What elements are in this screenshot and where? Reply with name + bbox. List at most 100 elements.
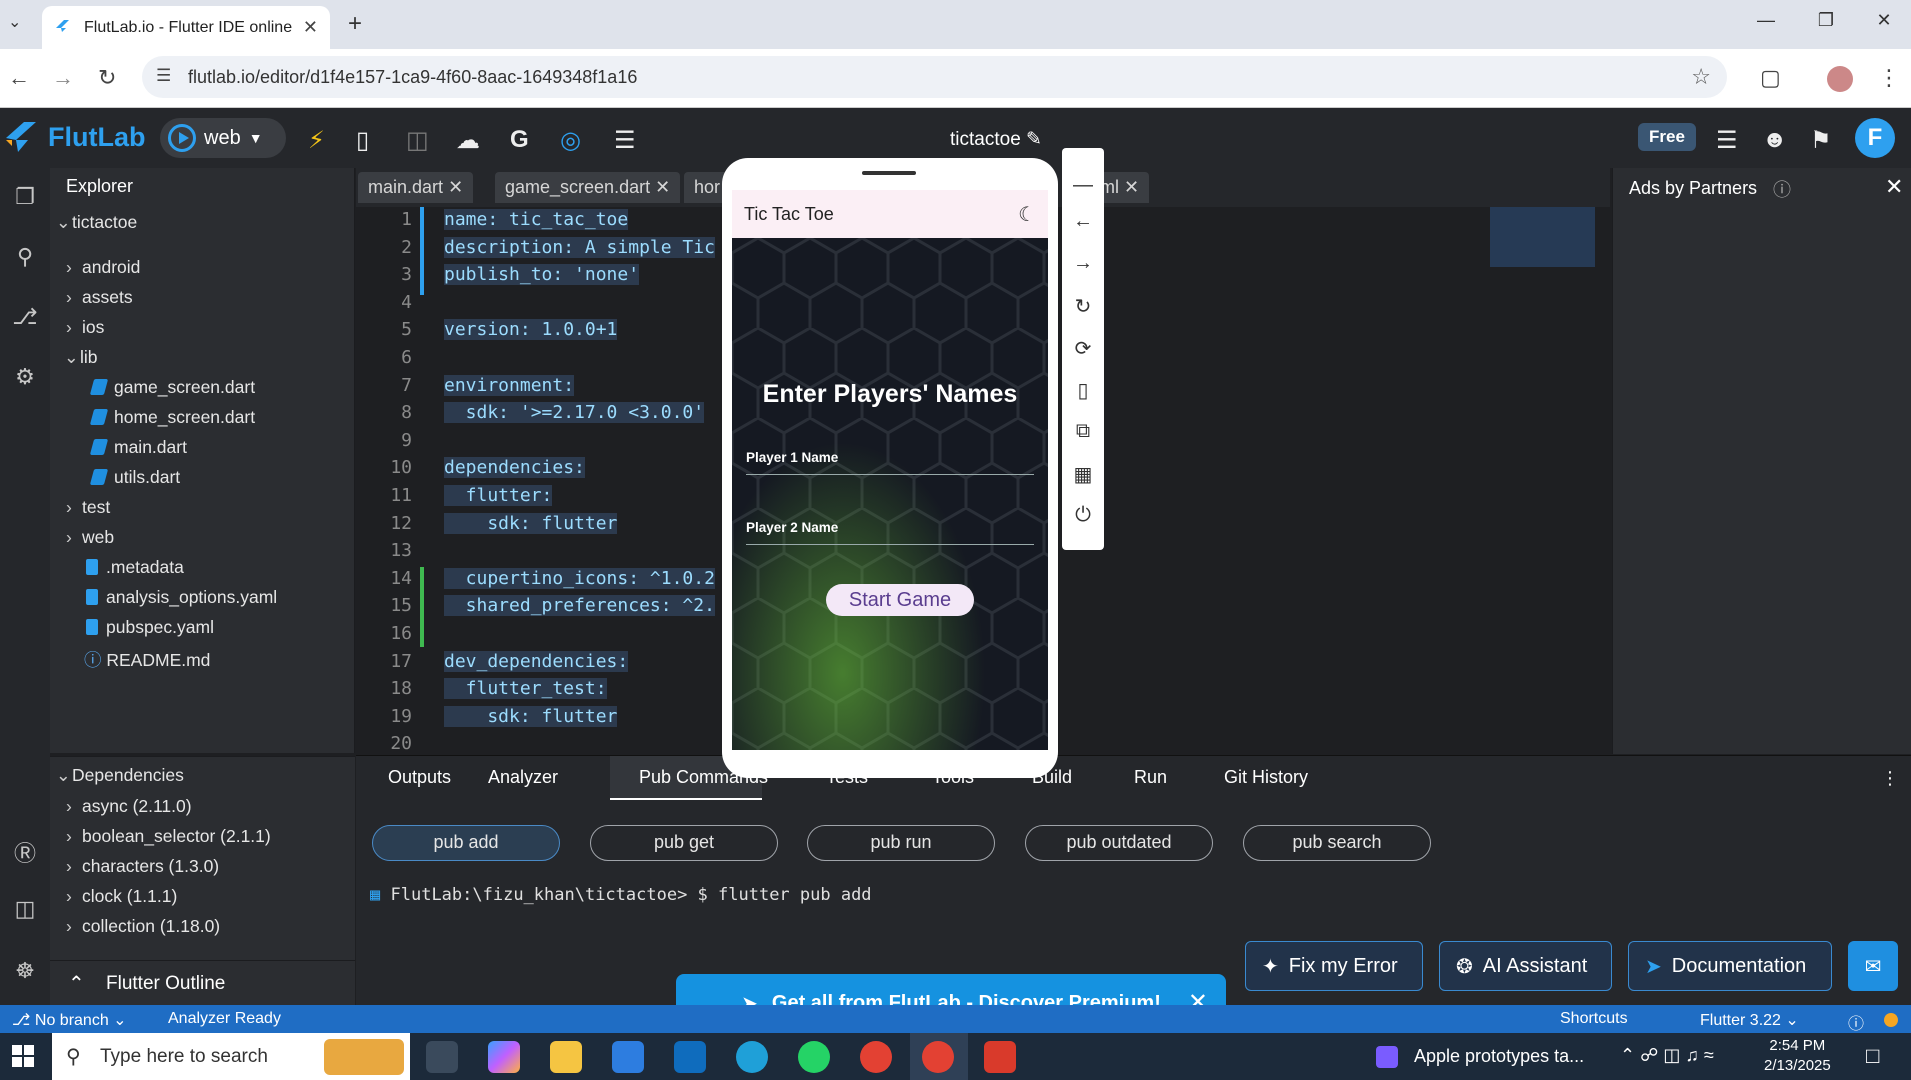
new-tab-icon[interactable]: + [348,10,362,38]
player1-input[interactable] [746,474,1034,475]
wps-office-icon[interactable] [984,1041,1016,1073]
tree-item[interactable]: utils.dart [89,467,180,488]
chrome-menu-icon[interactable]: ⋮ [1878,65,1900,91]
edit-pencil-icon[interactable]: ✎ [1026,129,1042,150]
bookmark-star-icon[interactable]: ☆ [1691,64,1711,90]
tree-item[interactable]: game_screen.dart [89,377,255,398]
reload-icon[interactable]: ↻ [98,65,116,91]
chrome-active-icon[interactable] [922,1041,954,1073]
rotate-icon[interactable]: ⟳ [1062,336,1104,361]
dependency-item[interactable]: › collection (1.18.0) [66,916,220,937]
device-frame-icon[interactable]: ▯ [1062,378,1104,403]
tree-item[interactable]: main.dart [89,437,187,458]
qr-code-icon[interactable]: ▦ [1062,462,1104,487]
firebase-icon[interactable]: ◎ [560,126,581,155]
dependency-item[interactable]: › characters (1.3.0) [66,856,219,877]
taskbar-clock[interactable]: 2:54 PM 2/13/2025 [1764,1036,1831,1076]
files-icon[interactable]: ❐ [10,184,40,214]
power-icon[interactable]: ⏻ [1062,504,1104,527]
close-icon[interactable]: ✕ [655,177,670,197]
hot-reload-icon[interactable]: ⚡ [308,126,325,155]
cloud-upload-icon[interactable]: ☁ [456,126,480,155]
add-user-icon[interactable]: ☻ [1762,126,1787,154]
google-icon[interactable]: G [510,126,529,154]
search-icon[interactable]: ⚲ [10,244,40,274]
pub-get-button[interactable]: pub get [590,825,778,861]
tab-run[interactable]: Run [1134,767,1167,788]
help-docs-icon[interactable]: ◫ [10,896,40,926]
chrome-icon[interactable] [860,1041,892,1073]
tree-item[interactable]: home_screen.dart [89,407,255,428]
notifications-icon[interactable]: ⚑ [1810,126,1832,155]
tree-item[interactable]: › web [66,527,114,548]
menu-icon[interactable]: ☰ [614,126,636,155]
run-target-button[interactable]: web ▼ [160,118,286,158]
pub-run-button[interactable]: pub run [807,825,995,861]
source-control-icon[interactable]: ⎇ [10,304,40,334]
plan-badge[interactable]: Free [1638,123,1696,151]
more-options-icon[interactable]: ⋮ [1881,768,1899,789]
pub-outdated-button[interactable]: pub outdated [1025,825,1213,861]
device-screen[interactable]: Tic Tac Toe ☾ Enter Players' Names Playe… [732,190,1048,750]
info-icon[interactable]: ⓘ [1773,176,1791,202]
tab-outputs[interactable]: Outputs [388,767,451,788]
flutter-version-selector[interactable]: Flutter 3.22 ⌄ [1700,1010,1799,1030]
shortcuts-button[interactable]: Shortcuts [1560,1010,1628,1028]
debug-bug-icon[interactable]: ☸ [10,958,40,988]
close-icon[interactable]: ✕ [1885,174,1903,200]
edge-icon[interactable] [736,1041,768,1073]
dark-mode-icon[interactable]: ☾ [1018,202,1036,227]
taskbar-search[interactable]: ⚲ Type here to search [52,1033,410,1080]
whatsapp-icon[interactable] [798,1041,830,1073]
tab-main-dart[interactable]: main.dart ✕ [358,172,474,203]
tree-item[interactable]: ⓘ README.md [84,647,210,672]
news-widget[interactable]: Apple prototypes ta... [1414,1046,1584,1067]
minimap[interactable] [1490,207,1595,267]
registry-icon[interactable]: Ⓡ [10,836,40,866]
tab-game-screen[interactable]: game_screen.dart ✕ [495,172,681,203]
tree-item[interactable]: .metadata [86,557,184,578]
extensions-icon[interactable]: ▢ [1760,65,1781,91]
copilot-icon[interactable] [488,1041,520,1073]
site-info-icon[interactable]: ☰ [156,66,171,86]
settings-gear-icon[interactable]: ⚙ [10,364,40,394]
profile-avatar[interactable] [1827,66,1853,92]
fix-my-error-button[interactable]: ✦ Fix my Error [1245,941,1423,991]
dependency-item[interactable]: › clock (1.1.1) [66,886,177,907]
dependency-item[interactable]: › async (2.11.0) [66,796,192,817]
tab-analyzer[interactable]: Analyzer [488,767,558,788]
ai-assistant-button[interactable]: ❂ AI Assistant [1439,941,1612,991]
start-game-button[interactable]: Start Game [826,584,974,616]
restore-icon[interactable]: ❐ [1806,10,1846,31]
back-icon[interactable]: ← [8,65,30,91]
outlook-icon[interactable] [674,1041,706,1073]
forward-icon[interactable]: → [52,65,74,91]
chat-button[interactable]: ✉ [1848,941,1898,991]
project-name[interactable]: tictactoe ✎ [950,128,1042,151]
url-bar[interactable]: ☰ flutlab.io/editor/d1f4e157-1ca9-4f60-8… [142,56,1727,98]
tree-root[interactable]: ⌄tictactoe [56,212,137,233]
minimize-icon[interactable]: — [1746,10,1786,31]
documentation-button[interactable]: ➤ Documentation [1628,941,1832,991]
task-view-icon[interactable] [426,1041,458,1073]
branch-selector[interactable]: ⎇ No branch ⌄ [12,1010,127,1030]
player2-input[interactable] [746,544,1034,545]
layers-icon[interactable]: ☰ [1716,126,1738,155]
tab-search-icon[interactable]: ⌄ [8,12,21,32]
pub-add-button[interactable]: pub add [372,825,560,861]
save-icon[interactable]: ◫ [406,126,429,155]
store-icon[interactable] [612,1041,644,1073]
close-icon[interactable]: ✕ [448,177,463,197]
tree-item[interactable]: › android [66,257,140,278]
tree-item[interactable]: ⌄lib [64,347,98,368]
flutter-outline-panel[interactable]: ⌃ Flutter Outline [50,960,355,1005]
refresh-icon[interactable]: ↻ [1062,294,1104,319]
dependencies-header[interactable]: ⌄Dependencies [56,765,184,786]
tree-item[interactable]: pubspec.yaml [86,617,214,638]
terminal[interactable]: ▦ FlutLab:\fizu_khan\tictactoe> $ flutte… [370,885,872,905]
tree-item[interactable]: analysis_options.yaml [86,587,277,608]
dependency-item[interactable]: › boolean_selector (2.1.1) [66,826,271,847]
help-icon[interactable]: ⓘ [1848,1010,1864,1034]
file-explorer-icon[interactable] [550,1041,582,1073]
tab-close-icon[interactable]: ✕ [303,17,318,38]
